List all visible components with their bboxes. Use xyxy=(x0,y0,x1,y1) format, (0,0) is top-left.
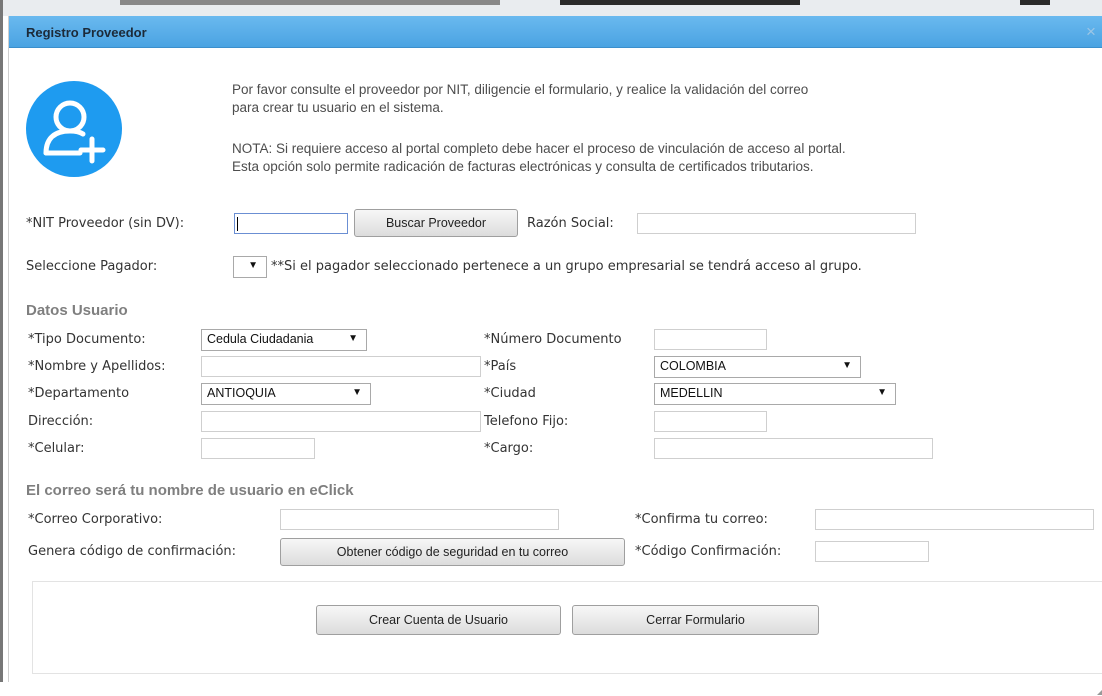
section-correo: El correo será tu nombre de usuario en e… xyxy=(26,482,354,499)
pais-value: COLOMBIA xyxy=(660,359,726,373)
intro-text-line2: para crear tu usuario en el sistema. xyxy=(232,100,444,115)
note-text-line2: Esta opción solo permite radicación de f… xyxy=(232,159,814,174)
dialog-titlebar[interactable]: Registro Proveedor × xyxy=(9,16,1102,48)
dropdown-arrow-icon: ▼ xyxy=(352,387,362,398)
nit-label: *NIT Proveedor (sin DV): xyxy=(26,216,185,231)
dialog-title: Registro Proveedor xyxy=(26,25,147,40)
background-page-edge xyxy=(0,0,3,682)
direccion-input[interactable] xyxy=(201,411,481,432)
correo-corporativo-label: *Correo Corporativo: xyxy=(28,512,163,527)
correo-corporativo-input[interactable] xyxy=(280,509,559,530)
departamento-value: ANTIOQUIA xyxy=(207,386,276,400)
pagador-note: **Si el pagador seleccionado pertenece a… xyxy=(271,259,862,274)
numero-documento-label: *Número Documento xyxy=(484,332,622,347)
nombre-apellidos-input[interactable] xyxy=(201,356,481,377)
departamento-label: *Departamento xyxy=(28,386,130,401)
user-add-icon xyxy=(26,81,122,177)
section-datos-usuario: Datos Usuario xyxy=(26,302,128,319)
button-pane xyxy=(32,581,1102,674)
pagador-select[interactable]: ▼ xyxy=(233,256,267,278)
tipo-documento-value: Cedula Ciudadania xyxy=(207,332,314,346)
dropdown-arrow-icon: ▼ xyxy=(877,387,887,398)
registro-proveedor-dialog: Registro Proveedor × Por favor consulte … xyxy=(8,16,1102,696)
confirma-correo-label: *Confirma tu correo: xyxy=(635,512,768,527)
direccion-label: Dirección: xyxy=(28,414,94,429)
codigo-confirmacion-input[interactable] xyxy=(815,541,929,562)
resize-grip-icon[interactable]: ◢ xyxy=(1097,687,1102,696)
cargo-label: *Cargo: xyxy=(484,441,534,456)
note-text-line1: NOTA: Si requiere acceso al portal compl… xyxy=(232,141,846,156)
background-page-strip xyxy=(0,0,1102,16)
text-caret xyxy=(237,217,238,231)
tipo-documento-select[interactable]: Cedula Ciudadania ▼ xyxy=(201,329,367,351)
pagador-label: Seleccione Pagador: xyxy=(26,259,158,274)
numero-documento-input[interactable] xyxy=(654,329,767,350)
pais-label: *País xyxy=(484,359,517,374)
crear-cuenta-button[interactable]: Crear Cuenta de Usuario xyxy=(316,605,561,635)
buscar-proveedor-button[interactable]: Buscar Proveedor xyxy=(354,209,518,237)
ciudad-select[interactable]: MEDELLIN ▼ xyxy=(654,383,896,405)
telefono-fijo-label: Telefono Fijo: xyxy=(484,414,569,429)
ciudad-value: MEDELLIN xyxy=(660,386,723,400)
dropdown-arrow-icon: ▼ xyxy=(248,260,258,271)
background-bar xyxy=(560,0,800,5)
cerrar-formulario-button[interactable]: Cerrar Formulario xyxy=(572,605,819,635)
ciudad-label: *Ciudad xyxy=(484,386,536,401)
razon-social-label: Razón Social: xyxy=(527,216,614,231)
background-bar xyxy=(120,0,500,5)
genera-codigo-label: Genera código de confirmación: xyxy=(28,544,237,559)
telefono-fijo-input[interactable] xyxy=(654,411,767,432)
intro-text-line1: Por favor consulte el proveedor por NIT,… xyxy=(232,82,809,97)
celular-label: *Celular: xyxy=(28,441,85,456)
celular-input[interactable] xyxy=(201,438,315,459)
close-icon[interactable]: × xyxy=(1086,22,1096,42)
dropdown-arrow-icon: ▼ xyxy=(348,333,358,344)
nombre-apellidos-label: *Nombre y Apellidos: xyxy=(28,359,166,374)
cargo-input[interactable] xyxy=(654,438,933,459)
pais-select[interactable]: COLOMBIA ▼ xyxy=(654,356,861,378)
dropdown-arrow-icon: ▼ xyxy=(842,360,852,371)
background-bar xyxy=(1020,0,1050,5)
obtener-codigo-button[interactable]: Obtener código de seguridad en tu correo xyxy=(280,538,625,566)
confirma-correo-input[interactable] xyxy=(815,509,1094,530)
nit-input[interactable] xyxy=(234,213,348,234)
departamento-select[interactable]: ANTIOQUIA ▼ xyxy=(201,383,371,405)
tipo-documento-label: *Tipo Documento: xyxy=(28,332,146,347)
razon-social-input[interactable] xyxy=(637,213,916,234)
codigo-confirmacion-label: *Código Confirmación: xyxy=(635,544,782,559)
